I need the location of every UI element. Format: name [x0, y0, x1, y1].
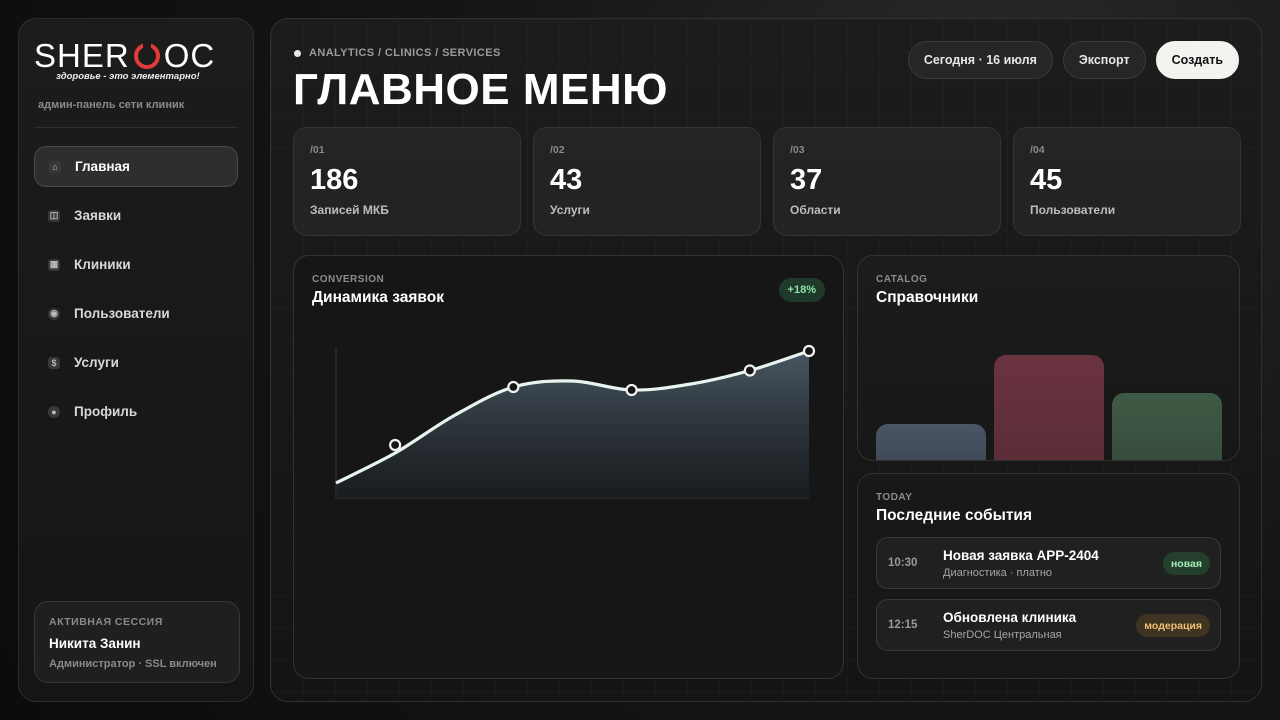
event-title: Обновлена клиника — [943, 610, 1077, 625]
sidebar-item-profile[interactable]: ● Профиль — [34, 391, 238, 432]
logo-text-right: OC — [163, 37, 216, 74]
event-subtitle: Диагностика · платно — [943, 567, 1053, 579]
create-button[interactable]: Создать — [1155, 41, 1239, 79]
date-button[interactable]: Сегодня · 16 июля — [907, 41, 1053, 79]
sidebar-nav: ⌂ Главная ◫ Заявки ▦ Клиники ◉ Пользоват… — [34, 146, 238, 432]
stat-value: 37 — [790, 164, 823, 196]
stat-index: /02 — [550, 144, 565, 156]
conversion-panel: CONVERSION Динамика заявок +18% — [293, 255, 844, 679]
sidebar: SHER OC здоровье - это элементарно! адми… — [18, 18, 254, 702]
dollar-icon: $ — [48, 356, 60, 369]
logo-mark-icon — [133, 41, 160, 69]
chart-point[interactable] — [507, 380, 520, 394]
sidebar-item-home[interactable]: ⌂ Главная — [34, 146, 238, 187]
stat-card[interactable]: /04 45 Пользователи — [1013, 127, 1241, 236]
user-icon: ◉ — [48, 307, 60, 320]
active-session-card[interactable]: АКТИВНАЯ СЕССИЯ Никита Занин Администрат… — [34, 601, 240, 683]
export-button[interactable]: Экспорт — [1062, 41, 1146, 79]
catalog-panel: CATALOG Справочники — [857, 255, 1240, 461]
stat-index: /01 — [310, 144, 325, 156]
stat-caption: Пользователи — [1030, 203, 1116, 217]
session-user-role: Администратор · SSL включен — [49, 658, 217, 670]
chart-point[interactable] — [625, 383, 638, 397]
stat-caption: Услуги — [550, 203, 590, 217]
profile-icon: ● — [48, 405, 60, 418]
event-item[interactable]: 10:30 Новая заявка APP-2404 Диагностика … — [876, 537, 1221, 589]
stat-value: 43 — [550, 164, 583, 196]
stat-card[interactable]: /03 37 Области — [773, 127, 1001, 236]
event-title: Новая заявка APP-2404 — [943, 548, 1099, 563]
sidebar-item-label: Услуги — [74, 355, 119, 370]
events-kicker: TODAY — [876, 492, 913, 503]
brand-subtitle: админ-панель сети клиник — [38, 99, 185, 111]
event-time: 10:30 — [888, 557, 918, 569]
sidebar-item-label: Профиль — [74, 404, 138, 419]
event-status-badge: модерация — [1136, 614, 1210, 637]
stat-value: 45 — [1030, 164, 1063, 196]
home-icon: ⌂ — [49, 160, 61, 173]
stat-index: /04 — [1030, 144, 1045, 156]
sidebar-item-label: Пользователи — [74, 306, 170, 321]
event-time: 12:15 — [888, 619, 918, 631]
conversion-area-chart — [335, 344, 816, 499]
chart-point[interactable] — [389, 438, 402, 452]
stat-card[interactable]: /01 186 Записей МКБ — [293, 127, 521, 236]
inbox-icon: ◫ — [48, 209, 60, 222]
main-panel: ANALYTICS / CLINICS / SERVICES ГЛАВНОЕ М… — [270, 18, 1262, 702]
stat-caption: Записей МКБ — [310, 203, 389, 217]
catalog-kicker: CATALOG — [876, 274, 928, 285]
sidebar-item-requests[interactable]: ◫ Заявки — [34, 195, 238, 236]
sidebar-item-label: Клиники — [74, 257, 131, 272]
stats-row: /01 186 Записей МКБ /02 43 Услуги /03 37… — [293, 127, 1241, 236]
sidebar-item-services[interactable]: $ Услуги — [34, 342, 238, 383]
event-subtitle: SherDOC Центральная — [943, 629, 1062, 641]
stat-card[interactable]: /02 43 Услуги — [533, 127, 761, 236]
sidebar-item-users[interactable]: ◉ Пользователи — [34, 293, 238, 334]
session-user-name: Никита Занин — [49, 636, 141, 651]
stat-index: /03 — [790, 144, 805, 156]
stat-value: 186 — [310, 164, 359, 196]
breadcrumb-dot-icon — [294, 49, 301, 57]
sidebar-item-label: Заявки — [74, 208, 122, 223]
sidebar-item-label: Главная — [75, 159, 130, 174]
header-actions: Сегодня · 16 июля Экспорт Создать — [907, 41, 1239, 79]
session-label: АКТИВНАЯ СЕССИЯ — [49, 616, 163, 628]
breadcrumb-text: ANALYTICS / CLINICS / SERVICES — [309, 47, 501, 59]
sidebar-item-clinics[interactable]: ▦ Клиники — [34, 244, 238, 285]
sidebar-divider — [34, 127, 238, 128]
catalog-bar[interactable] — [1112, 393, 1222, 460]
page-title: ГЛАВНОЕ МЕНЮ — [293, 65, 668, 114]
breadcrumb: ANALYTICS / CLINICS / SERVICES — [294, 47, 501, 59]
chart-point[interactable] — [743, 364, 756, 377]
catalog-bar[interactable] — [994, 355, 1104, 460]
event-item[interactable]: 12:15 Обновлена клиника SherDOC Централь… — [876, 599, 1221, 651]
chart-point[interactable] — [802, 344, 816, 358]
event-status-badge: новая — [1162, 552, 1210, 575]
catalog-bar[interactable] — [876, 423, 986, 460]
building-icon: ▦ — [48, 258, 60, 271]
stat-caption: Области — [790, 203, 841, 217]
events-title: Последние события — [876, 507, 1033, 524]
events-panel: TODAY Последние события 10:30 Новая заяв… — [857, 473, 1240, 679]
logo-text-left: SHER — [34, 37, 130, 74]
catalog-title: Справочники — [876, 289, 979, 306]
